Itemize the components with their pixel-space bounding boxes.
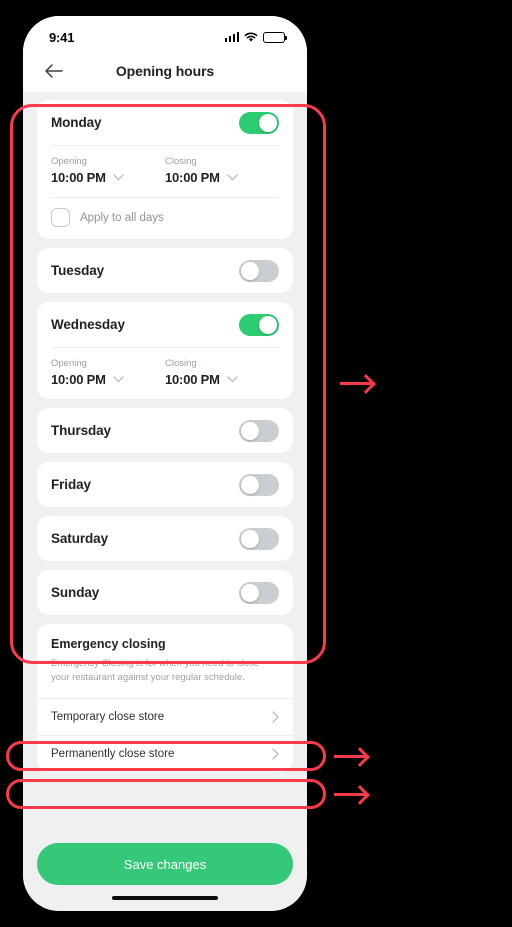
phone-frame: 9:41 Opening hours Monday Opening 10:00 … — [16, 9, 314, 918]
status-bar: 9:41 — [23, 16, 307, 50]
chevron-right-icon — [272, 747, 279, 760]
permanently-close-store-label: Permanently close store — [51, 747, 175, 760]
closing-label: Closing — [165, 156, 197, 167]
opening-label: Opening — [51, 358, 87, 369]
apply-all-label: Apply to all days — [80, 211, 164, 224]
opening-time-value: 10:00 PM — [51, 372, 106, 387]
closing-time-field: Closing 10:00 PM — [165, 358, 279, 387]
back-button[interactable] — [41, 58, 67, 84]
annotation-arrow-temporary-close — [334, 755, 366, 758]
closing-time-field: Closing 10:00 PM — [165, 156, 279, 185]
nav-header: Opening hours — [23, 50, 307, 92]
opening-time-value: 10:00 PM — [51, 170, 106, 185]
day-header-row: Saturday — [51, 516, 279, 561]
day-label: Thursday — [51, 423, 111, 438]
opening-label: Opening — [51, 156, 87, 167]
home-indicator-area — [37, 885, 293, 911]
closing-label: Closing — [165, 358, 197, 369]
day-label: Sunday — [51, 585, 100, 600]
day-toggle-monday[interactable] — [239, 111, 279, 134]
day-label: Saturday — [51, 531, 108, 546]
day-header-row: Thursday — [51, 408, 279, 453]
temporary-close-store-label: Temporary close store — [51, 710, 165, 723]
permanently-close-store-row[interactable]: Permanently close store — [37, 734, 293, 772]
back-arrow-icon — [45, 64, 63, 78]
opening-time-select[interactable]: 10:00 PM — [51, 170, 165, 185]
chevron-down-icon — [113, 376, 124, 383]
day-label: Monday — [51, 115, 102, 130]
day-card-saturday: Saturday — [37, 516, 293, 561]
apply-to-all-days-row[interactable]: Apply to all days — [51, 198, 279, 239]
day-card-monday: Monday Opening 10:00 PM Closing 10:00 PM… — [37, 100, 293, 239]
closing-time-value: 10:00 PM — [165, 170, 220, 185]
day-toggle-sunday[interactable] — [239, 581, 279, 604]
day-card-friday: Friday — [37, 462, 293, 507]
phone-screen: 9:41 Opening hours Monday Opening 10:00 … — [23, 16, 307, 911]
emergency-closing-title: Emergency closing — [51, 637, 166, 651]
apply-all-checkbox[interactable] — [51, 208, 70, 227]
day-card-wednesday: Wednesday Opening 10:00 PM Closing 10:00… — [37, 302, 293, 399]
day-header-row: Sunday — [51, 570, 279, 615]
day-header-row: Monday — [51, 100, 279, 145]
day-toggle-wednesday[interactable] — [239, 313, 279, 336]
home-indicator — [112, 896, 218, 900]
chevron-down-icon — [227, 174, 238, 181]
opening-time-field: Opening 10:00 PM — [51, 156, 165, 185]
wifi-icon — [244, 32, 258, 42]
status-bar-time: 9:41 — [49, 29, 75, 45]
day-toggle-tuesday[interactable] — [239, 259, 279, 282]
closing-time-select[interactable]: 10:00 PM — [165, 170, 279, 185]
day-toggle-saturday[interactable] — [239, 527, 279, 550]
opening-time-field: Opening 10:00 PM — [51, 358, 165, 387]
day-label: Friday — [51, 477, 91, 492]
day-toggle-thursday[interactable] — [239, 419, 279, 442]
day-label: Tuesday — [51, 263, 105, 278]
chevron-down-icon — [227, 376, 238, 383]
day-header-row: Tuesday — [51, 248, 279, 293]
closing-time-value: 10:00 PM — [165, 372, 220, 387]
time-picker-row: Opening 10:00 PM Closing 10:00 PM — [51, 348, 279, 399]
day-label: Wednesday — [51, 317, 125, 332]
day-header-row: Wednesday — [51, 302, 279, 347]
day-header-row: Friday — [51, 462, 279, 507]
save-changes-button[interactable]: Save changes — [37, 843, 293, 885]
emergency-closing-header: Emergency closing Emergency Closing is f… — [37, 624, 293, 698]
chevron-down-icon — [113, 174, 124, 181]
opening-time-select[interactable]: 10:00 PM — [51, 372, 165, 387]
day-card-sunday: Sunday — [37, 570, 293, 615]
annotation-arrow-permanently-close — [334, 793, 366, 796]
day-card-thursday: Thursday — [37, 408, 293, 453]
annotation-arrow-days-list — [340, 382, 372, 385]
closing-time-select[interactable]: 10:00 PM — [165, 372, 279, 387]
day-toggle-friday[interactable] — [239, 473, 279, 496]
temporary-close-store-row[interactable]: Temporary close store — [37, 697, 293, 735]
emergency-closing-description: Emergency Closing is for when you need t… — [51, 658, 260, 684]
chevron-right-icon — [272, 710, 279, 723]
battery-icon — [263, 31, 287, 43]
time-picker-row: Opening 10:00 PM Closing 10:00 PM — [51, 146, 279, 197]
settings-content: Monday Opening 10:00 PM Closing 10:00 PM… — [23, 92, 307, 833]
status-bar-icons — [224, 31, 287, 43]
emergency-closing-card: Emergency closing Emergency Closing is f… — [37, 624, 293, 772]
footer: Save changes — [23, 833, 307, 911]
signal-bars-icon — [224, 32, 239, 42]
day-card-tuesday: Tuesday — [37, 248, 293, 293]
